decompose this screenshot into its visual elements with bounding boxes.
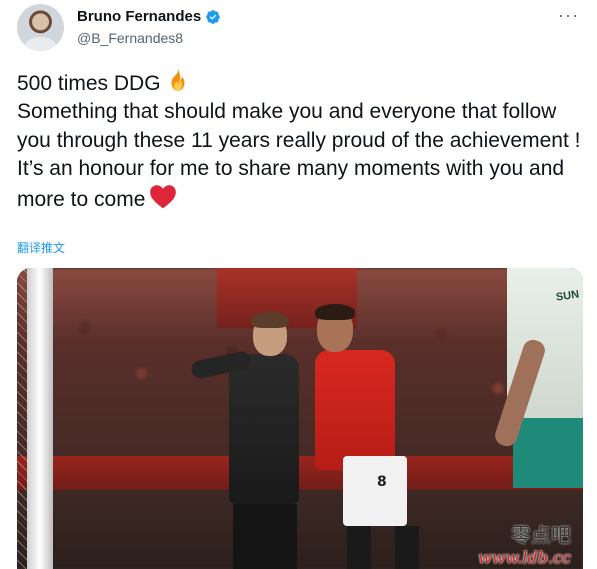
author-name-row: Bruno Fernandes [77,8,221,25]
tweet-line-1-text: 500 times DDG [17,72,161,95]
avatar-shirt [25,37,56,51]
fire-emoji-icon [171,68,185,91]
tweet-line-2: Something that should make you and every… [17,100,581,152]
goalkeeper-legs [233,504,297,569]
more-icon[interactable]: ··· [558,6,579,24]
red-heart-emoji-icon [150,185,177,209]
goalkeeper-hair [251,312,289,328]
opponent-shorts [513,418,583,488]
verified-badge-icon [206,9,221,24]
avatar[interactable] [17,4,64,51]
tweet-line-1: 500 times DDG [17,67,587,98]
goalkeeper-body [229,354,299,504]
watermark: 零点吧 www.ldb.cc [478,519,571,567]
tweet-text: 500 times DDG Something that should make… [17,67,587,214]
author-handle[interactable]: @B_Fernandes8 [77,30,183,46]
tweet-line-3-text: It’s an honour for me to share many mome… [17,156,565,212]
photo-ad-board [17,456,583,490]
tweet-line-3: It’s an honour for me to share many mome… [17,155,587,215]
author-display-name[interactable]: Bruno Fernandes [77,8,201,25]
player-hair [315,304,355,320]
watermark-url: www.ldb.cc [478,548,571,567]
tweet-media-photo[interactable]: 8 SUN 零点吧 www.ldb.cc [17,268,583,569]
watermark-chinese: 零点吧 [511,523,571,547]
player-socks [347,526,427,569]
player-shirt-number: 8 [377,474,387,490]
player-body [315,350,395,470]
translate-tweet-link[interactable]: 翻译推文 [17,239,65,256]
player-shorts [343,456,407,526]
photo-goalpost [27,268,53,569]
tweet-card: Bruno Fernandes @B_Fernandes8 ··· 500 ti… [0,0,597,569]
